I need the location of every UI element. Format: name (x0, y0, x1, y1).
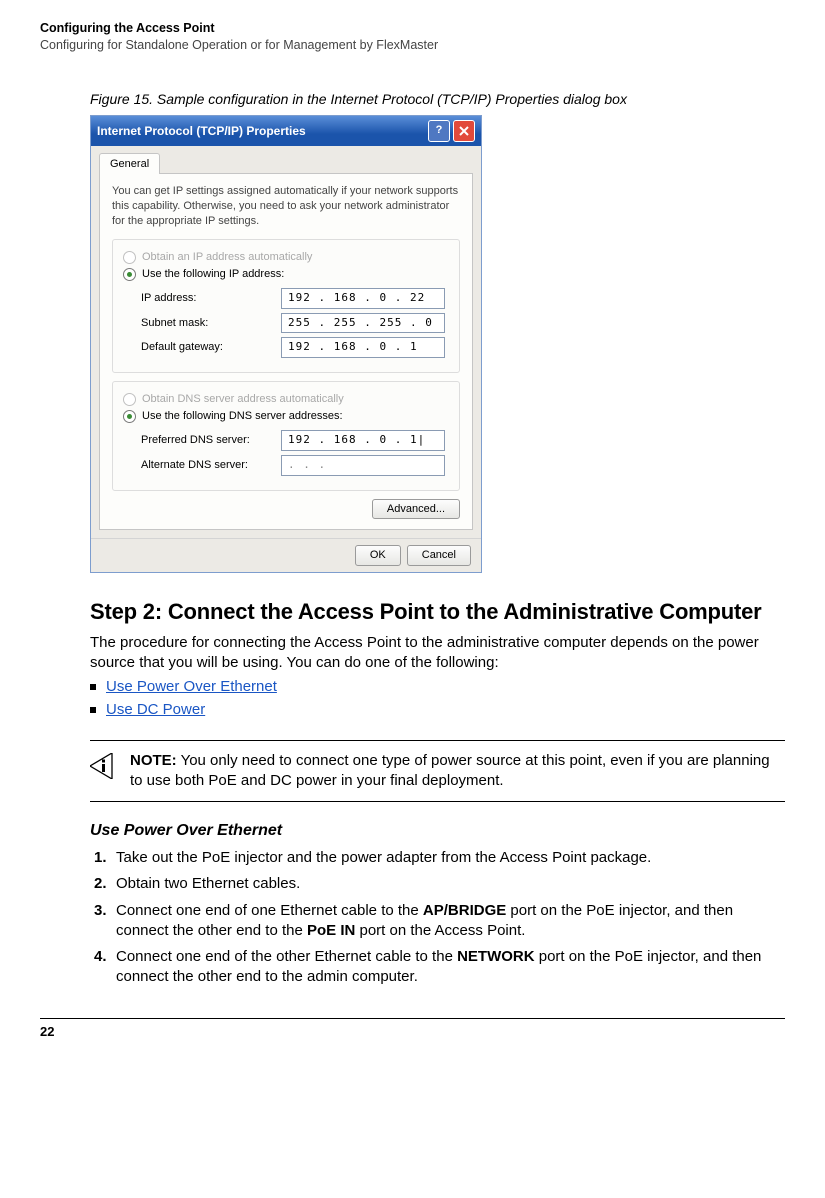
help-icon[interactable]: ? (428, 120, 450, 142)
figure-caption: Figure 15. Sample configuration in the I… (90, 90, 785, 109)
info-icon (90, 753, 118, 777)
note-text: You only need to connect one type of pow… (130, 752, 770, 789)
steps-list: 1. Take out the PoE injector and the pow… (90, 848, 785, 988)
dialog-panel: You can get IP settings assigned automat… (99, 173, 473, 530)
ok-button[interactable]: OK (355, 545, 401, 566)
dialog-title: Internet Protocol (TCP/IP) Properties (97, 123, 306, 139)
list-item: 1. Take out the PoE injector and the pow… (112, 848, 785, 868)
radio-dns-auto-label: Obtain DNS server address automatically (142, 392, 344, 407)
dialog-description: You can get IP settings assigned automat… (112, 184, 460, 229)
step-text: port on the Access Point. (355, 922, 525, 939)
use-poe-heading: Use Power Over Ethernet (90, 820, 785, 842)
note-block: NOTE: You only need to connect one type … (90, 740, 785, 803)
radio-dns-auto[interactable]: Obtain DNS server address automatically (123, 392, 449, 407)
radio-ip-auto[interactable]: Obtain an IP address automatically (123, 250, 449, 265)
ip-address-label: IP address: (141, 291, 281, 306)
ip-group: Obtain an IP address automatically Use t… (112, 239, 460, 373)
radio-ip-auto-label: Obtain an IP address automatically (142, 250, 312, 265)
radio-dns-manual[interactable]: Use the following DNS server addresses: (123, 409, 449, 424)
step-bold: PoE IN (307, 922, 355, 939)
step-text: Connect one end of one Ethernet cable to… (116, 902, 423, 919)
step-text: Take out the PoE injector and the power … (116, 849, 651, 866)
list-item: 4. Connect one end of the other Ethernet… (112, 947, 785, 988)
step-bold: AP/BRIDGE (423, 902, 506, 919)
ip-address-input[interactable]: 192 . 168 . 0 . 22 (281, 288, 445, 309)
bullet-icon (90, 684, 96, 690)
dns-group: Obtain DNS server address automatically … (112, 381, 460, 490)
radio-ip-manual-label: Use the following IP address: (142, 267, 284, 282)
close-icon[interactable] (453, 120, 475, 142)
dialog-tabstrip: General (91, 146, 481, 174)
advanced-button[interactable]: Advanced... (372, 499, 460, 520)
link-dc-power[interactable]: Use DC Power (106, 700, 205, 720)
step2-intro: The procedure for connecting the Access … (90, 633, 785, 674)
header-section: Configuring for Standalone Operation or … (40, 37, 785, 54)
preferred-dns-input[interactable]: 192 . 168 . 0 . 1| (281, 430, 445, 451)
step-text: Connect one end of the other Ethernet ca… (116, 948, 457, 965)
radio-dns-manual-label: Use the following DNS server addresses: (142, 409, 343, 424)
subnet-mask-label: Subnet mask: (141, 316, 281, 331)
cancel-button[interactable]: Cancel (407, 545, 471, 566)
subnet-mask-input[interactable]: 255 . 255 . 255 . 0 (281, 313, 445, 334)
step2-heading: Step 2: Connect the Access Point to the … (90, 597, 785, 627)
alternate-dns-input[interactable]: . . . (281, 455, 445, 476)
default-gateway-label: Default gateway: (141, 340, 281, 355)
step-bold: NETWORK (457, 948, 535, 965)
page-number: 22 (40, 1023, 785, 1041)
header-chapter: Configuring the Access Point (40, 20, 785, 37)
list-item: 3. Connect one end of one Ethernet cable… (112, 901, 785, 942)
step-text: Obtain two Ethernet cables. (116, 875, 300, 892)
radio-ip-manual[interactable]: Use the following IP address: (123, 267, 449, 282)
preferred-dns-label: Preferred DNS server: (141, 433, 281, 448)
alternate-dns-label: Alternate DNS server: (141, 458, 281, 473)
list-item: 2. Obtain two Ethernet cables. (112, 874, 785, 894)
tcpip-properties-dialog: Internet Protocol (TCP/IP) Properties ? … (90, 115, 482, 574)
default-gateway-input[interactable]: 192 . 168 . 0 . 1 (281, 337, 445, 358)
bullet-icon (90, 707, 96, 713)
link-poe[interactable]: Use Power Over Ethernet (106, 677, 277, 697)
note-label: NOTE: (130, 752, 177, 769)
tab-general[interactable]: General (99, 153, 160, 175)
dialog-titlebar: Internet Protocol (TCP/IP) Properties ? (91, 116, 481, 146)
